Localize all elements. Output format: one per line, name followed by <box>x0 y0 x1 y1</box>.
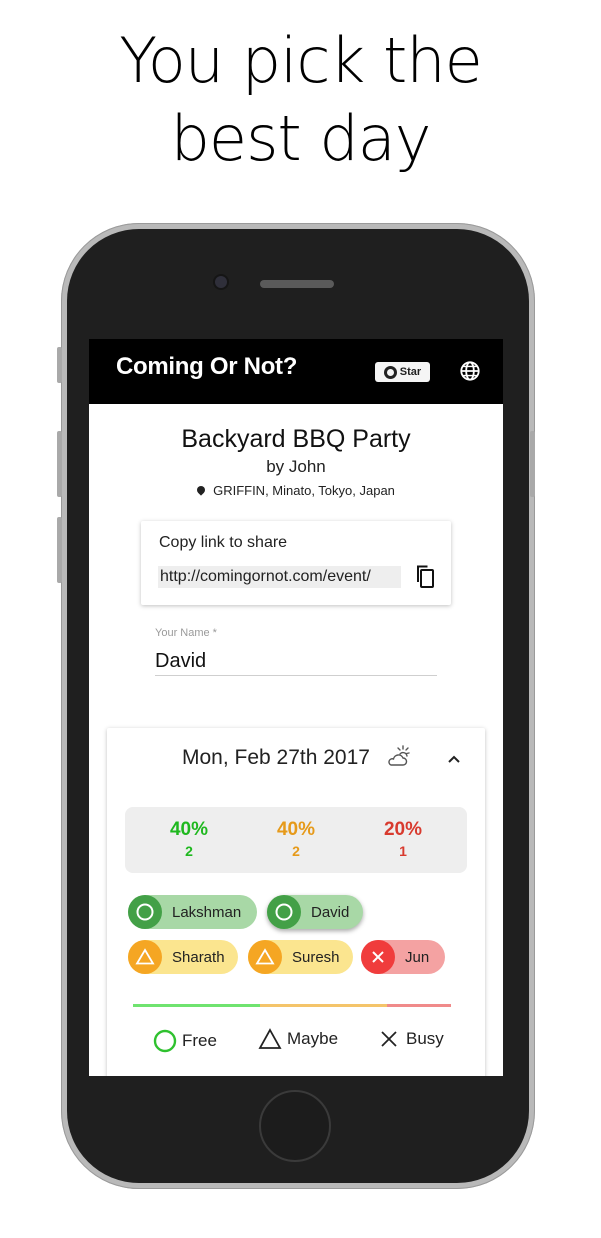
legend-free-label: Free <box>182 1031 217 1050</box>
github-star-button[interactable]: Star <box>375 362 430 382</box>
free-circle-icon <box>153 1029 177 1053</box>
app-title: Coming Or Not? <box>116 353 298 380</box>
volume-up-button <box>57 431 62 497</box>
event-host: by John <box>266 457 326 476</box>
location-pin-icon <box>195 484 207 496</box>
chevron-up-icon[interactable] <box>445 750 463 768</box>
volume-down-button <box>57 517 62 583</box>
maybe-proportion-bar <box>260 1004 387 1007</box>
day-card: Mon, Feb 27th 2017 40% 2 40% 2 20% 1 Lak… <box>107 728 485 1076</box>
maybe-triangle-icon <box>248 940 282 974</box>
power-button <box>530 431 535 497</box>
attendee-chip-sharath[interactable]: Sharath <box>128 940 238 974</box>
name-field-label: Your Name * <box>155 627 217 639</box>
github-icon <box>383 365 397 379</box>
attendee-name: Sharath <box>172 948 225 966</box>
free-circle-icon <box>128 895 162 929</box>
event-title: Backyard BBQ Party <box>181 425 411 453</box>
busy-proportion-bar <box>387 1004 451 1007</box>
app-bar: Coming Or Not? Star <box>89 339 503 404</box>
event-location-text: GRIFFIN, Minato, Tokyo, Japan <box>213 483 395 498</box>
share-label: Copy link to share <box>159 534 288 551</box>
stat-busy: 20% 1 <box>363 819 443 859</box>
mute-switch <box>57 347 62 383</box>
maybe-triangle-icon <box>258 1028 282 1049</box>
stat-free: 40% 2 <box>149 819 229 859</box>
name-input[interactable] <box>155 647 437 676</box>
star-label: Star <box>399 366 422 378</box>
stat-maybe-percent: 40% <box>276 819 316 840</box>
stat-busy-percent: 20% <box>383 819 423 840</box>
attendee-chip-jun[interactable]: Jun <box>361 940 445 974</box>
legend-busy-label: Busy <box>406 1029 444 1048</box>
share-card: Copy link to share http://comingornot.co… <box>141 521 451 605</box>
maybe-triangle-icon <box>128 940 162 974</box>
stat-free-percent: 40% <box>169 819 209 840</box>
attendee-chip-david[interactable]: David <box>267 895 363 929</box>
app-screen: Coming Or Not? Star Backyard BBQ Party b… <box>89 339 503 1076</box>
attendee-name: Jun <box>405 948 430 966</box>
free-proportion-bar <box>133 1004 260 1007</box>
legend-free[interactable]: Free <box>152 1028 217 1054</box>
earpiece-speaker <box>260 280 334 288</box>
free-circle-icon <box>267 895 301 929</box>
legend-maybe-label: Maybe <box>287 1029 339 1048</box>
legend-maybe[interactable]: Maybe <box>258 1028 338 1050</box>
headline-line-1: You pick the <box>119 24 483 97</box>
stat-free-count: 2 <box>185 843 193 859</box>
attendee-chip-lakshman[interactable]: Lakshman <box>128 895 257 929</box>
headline: You pick the best day <box>0 22 601 178</box>
front-camera <box>215 276 227 288</box>
share-link-field[interactable]: http://comingornot.com/event/ <box>158 566 401 588</box>
busy-x-icon <box>361 940 395 974</box>
attendance-stats: 40% 2 40% 2 20% 1 <box>125 807 467 873</box>
attendee-name: David <box>311 903 350 921</box>
attendee-name: Lakshman <box>172 903 242 921</box>
home-button[interactable] <box>259 1090 331 1162</box>
partly-cloudy-icon <box>388 745 410 766</box>
stat-maybe: 40% 2 <box>256 819 336 859</box>
attendee-chip-suresh[interactable]: Suresh <box>248 940 353 974</box>
event-location: GRIFFIN, Minato, Tokyo, Japan <box>89 483 503 498</box>
busy-x-icon <box>381 1031 397 1047</box>
legend-busy[interactable]: Busy <box>378 1028 444 1050</box>
copy-icon[interactable] <box>412 564 436 590</box>
stat-busy-count: 1 <box>399 843 407 859</box>
day-date: Mon, Feb 27th 2017 <box>182 746 370 769</box>
attendee-name: Suresh <box>292 948 340 966</box>
headline-line-2: best day <box>170 102 432 175</box>
stat-maybe-count: 2 <box>292 843 300 859</box>
globe-icon[interactable] <box>459 360 481 382</box>
